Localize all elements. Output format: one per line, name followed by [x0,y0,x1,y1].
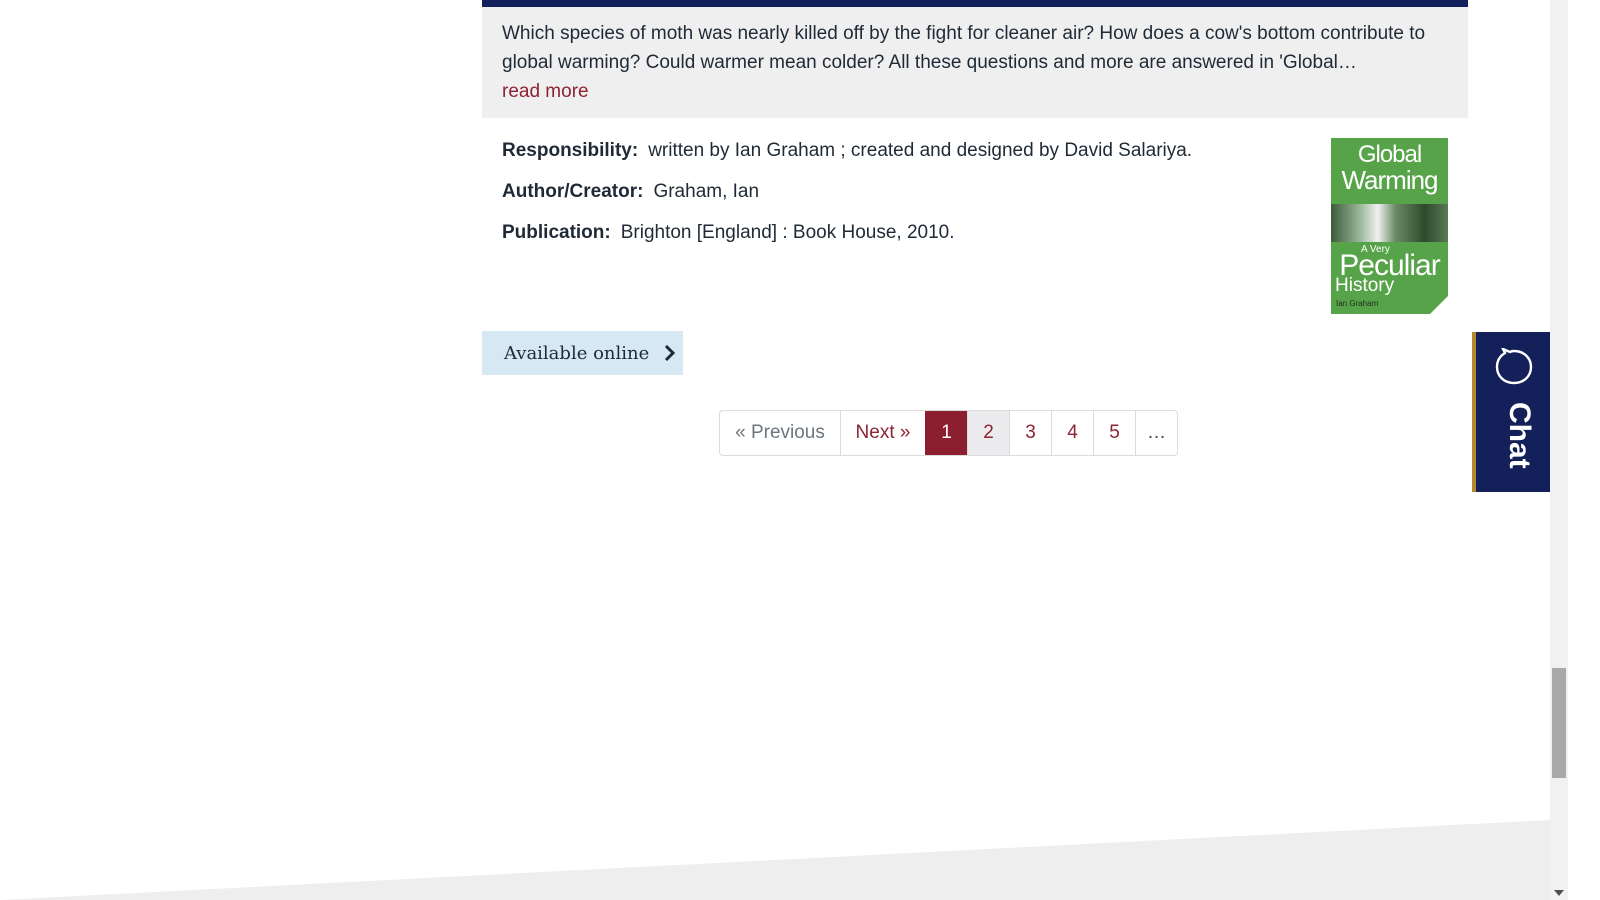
chevron-right-icon [665,344,676,362]
responsibility-label: Responsibility: [502,140,639,161]
record-header-bar [482,0,1468,7]
publication-label: Publication: [502,222,611,243]
available-online-label: Available online [504,342,650,364]
chat-label: Chat [1503,402,1536,469]
responsibility-field: Responsibility: written by Ian Graham ; c… [502,138,1448,164]
pagination-page-5[interactable]: 5 [1093,411,1135,455]
read-more-link[interactable]: read more [502,81,589,102]
book-cover-image[interactable]: Global Warming A Very Peculiar History I… [1331,138,1448,314]
summary-text: Which species of moth was nearly killed … [502,23,1426,73]
chat-button[interactable]: Chat [1472,332,1550,492]
author-field: Author/Creator: Graham, Ian [502,179,1448,205]
author-value: Graham, Ian [653,181,760,202]
record-summary: Which species of moth was nearly killed … [482,7,1468,118]
record-details: Responsibility: written by Ian Graham ; c… [482,118,1468,334]
pagination-page-1[interactable]: 1 [925,411,967,455]
cover-photo [1331,204,1448,242]
cover-title-line2: Warming [1341,165,1438,195]
search-result-record: Which species of moth was nearly killed … [482,0,1468,334]
page: Which species of moth was nearly killed … [0,0,1600,900]
pagination-page-4[interactable]: 4 [1051,411,1093,455]
scrollbar-thumb[interactable] [1552,668,1566,778]
cover-title-line4: History [1335,275,1395,296]
publication-value: Brighton [England] : Book House, 2010. [620,222,955,243]
footer-band [0,820,1550,900]
responsibility-value: written by Ian Graham ; created and desi… [648,140,1193,161]
available-online-button[interactable]: Available online [482,331,683,375]
pagination-next[interactable]: Next » [840,411,925,455]
scrollbar[interactable] [1550,0,1568,900]
cover-title-line1: Global [1357,141,1422,168]
author-label: Author/Creator: [502,181,644,202]
publication-field: Publication: Brighton [England] : Book Ho… [502,220,1448,246]
page-curl-icon [1430,296,1448,314]
scroll-down-arrow-icon[interactable] [1554,890,1564,896]
pagination: « Previous Next » 1 2 3 4 5 … [719,410,1178,456]
pagination-page-3[interactable]: 3 [1009,411,1051,455]
pagination-previous: « Previous [735,422,825,443]
pagination-ellipsis: … [1135,411,1177,455]
chat-bubble-icon [1495,348,1533,385]
cover-author: Ian Graham [1336,299,1379,308]
pagination-page-2[interactable]: 2 [967,411,1009,455]
